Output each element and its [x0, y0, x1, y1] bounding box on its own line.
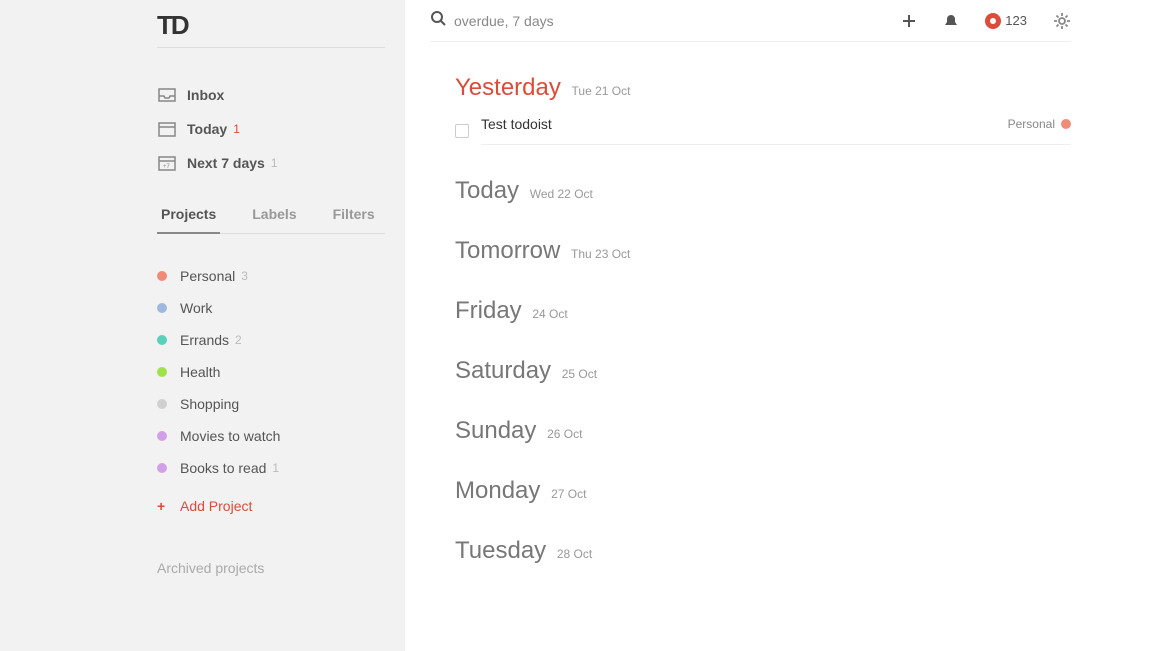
project-name: Books to read [180, 460, 266, 476]
settings-icon[interactable] [1053, 12, 1071, 30]
project-count: 2 [235, 333, 242, 347]
day-title: Tuesday [455, 537, 553, 564]
calendar-today-icon [157, 120, 177, 138]
add-task-button[interactable] [901, 13, 917, 29]
day-section: Sunday 26 Oct [455, 417, 1071, 445]
project-color-dot [157, 303, 167, 313]
nav-next7-count: 1 [271, 156, 278, 170]
day-title: Friday [455, 297, 528, 324]
project-count: 3 [241, 269, 248, 283]
search-input[interactable] [454, 13, 901, 29]
day-section: Monday 27 Oct [455, 477, 1071, 505]
nav-inbox-label: Inbox [187, 87, 224, 103]
nav-today-count: 1 [233, 122, 240, 136]
project-color-dot [157, 367, 167, 377]
sidebar: TD Inbox Today 1 +7 Next 7 days 1 Projec… [0, 0, 405, 651]
day-title: Sunday [455, 417, 543, 444]
day-date: 27 Oct [551, 487, 586, 501]
project-color-dot [157, 271, 167, 281]
day-section: Tomorrow Thu 23 Oct [455, 237, 1071, 265]
search-icon[interactable] [430, 10, 446, 31]
day-title: Today [455, 177, 526, 204]
task-project-name: Personal [1008, 117, 1055, 131]
project-item[interactable]: Shopping [157, 388, 385, 420]
day-section: Tuesday 28 Oct [455, 537, 1071, 565]
task-checkbox[interactable] [455, 124, 469, 138]
sidebar-tabs: Projects Labels Filters [157, 198, 385, 234]
task-row[interactable]: Test todoistPersonal [455, 116, 1071, 145]
project-count: 1 [272, 461, 279, 475]
add-project-label: Add Project [180, 498, 252, 514]
notifications-icon[interactable] [943, 13, 959, 29]
divider [157, 47, 385, 48]
nav-next7-label: Next 7 days [187, 155, 265, 171]
app-logo: TD [157, 10, 385, 41]
day-title: Saturday [455, 357, 558, 384]
project-color-dot [157, 335, 167, 345]
project-item[interactable]: Books to read 1 [157, 452, 385, 484]
main-panel: 123 Yesterday Tue 21 Oct Test todoistPers… [405, 0, 1161, 651]
project-color-dot [157, 431, 167, 441]
project-item[interactable]: Health [157, 356, 385, 388]
days-content: Yesterday Tue 21 Oct Test todoistPersonal… [430, 42, 1071, 565]
project-name: Work [180, 300, 212, 316]
project-name: Personal [180, 268, 235, 284]
archived-projects-link[interactable]: Archived projects [157, 560, 385, 576]
day-title: Tomorrow [455, 237, 567, 264]
day-date: Thu 23 Oct [571, 247, 630, 261]
day-date: Tue 21 Oct [572, 84, 631, 98]
tab-labels[interactable]: Labels [248, 198, 300, 234]
karma-count: 123 [1005, 13, 1027, 28]
tab-projects[interactable]: Projects [157, 198, 220, 234]
project-item[interactable]: Work [157, 292, 385, 324]
project-name: Errands [180, 332, 229, 348]
project-color-dot [1061, 119, 1071, 129]
project-name: Movies to watch [180, 428, 280, 444]
project-name: Health [180, 364, 220, 380]
day-date: Wed 22 Oct [530, 187, 593, 201]
project-color-dot [157, 463, 167, 473]
day-section: Yesterday Tue 21 Oct Test todoistPersonal [455, 74, 1071, 145]
day-section: Saturday 25 Oct [455, 357, 1071, 385]
day-title: Monday [455, 477, 547, 504]
karma-button[interactable]: 123 [985, 13, 1027, 29]
day-title: Yesterday [455, 74, 568, 101]
plus-icon: + [157, 498, 167, 514]
task-project-tag[interactable]: Personal [1008, 117, 1071, 131]
day-date: 25 Oct [562, 367, 597, 381]
project-item[interactable]: Personal 3 [157, 260, 385, 292]
svg-text:+7: +7 [163, 164, 171, 170]
add-project-button[interactable]: + Add Project [157, 484, 385, 528]
day-section: Friday 24 Oct [455, 297, 1071, 325]
calendar-week-icon: +7 [157, 154, 177, 172]
nav-inbox[interactable]: Inbox [157, 78, 385, 112]
nav-today[interactable]: Today 1 [157, 112, 385, 146]
day-date: 26 Oct [547, 427, 582, 441]
day-date: 28 Oct [557, 547, 592, 561]
nav-next7[interactable]: +7 Next 7 days 1 [157, 146, 385, 180]
task-text: Test todoist [481, 116, 1008, 132]
topbar: 123 [430, 0, 1071, 42]
day-date: 24 Oct [532, 307, 567, 321]
karma-icon [985, 13, 1001, 29]
project-color-dot [157, 399, 167, 409]
tab-filters[interactable]: Filters [329, 198, 379, 234]
inbox-icon [157, 86, 177, 104]
nav-today-label: Today [187, 121, 227, 137]
day-section: Today Wed 22 Oct [455, 177, 1071, 205]
project-item[interactable]: Movies to watch [157, 420, 385, 452]
project-item[interactable]: Errands 2 [157, 324, 385, 356]
projects-list: Personal 3 Work Errands 2 Health Shopping Movie… [157, 260, 385, 484]
project-name: Shopping [180, 396, 239, 412]
